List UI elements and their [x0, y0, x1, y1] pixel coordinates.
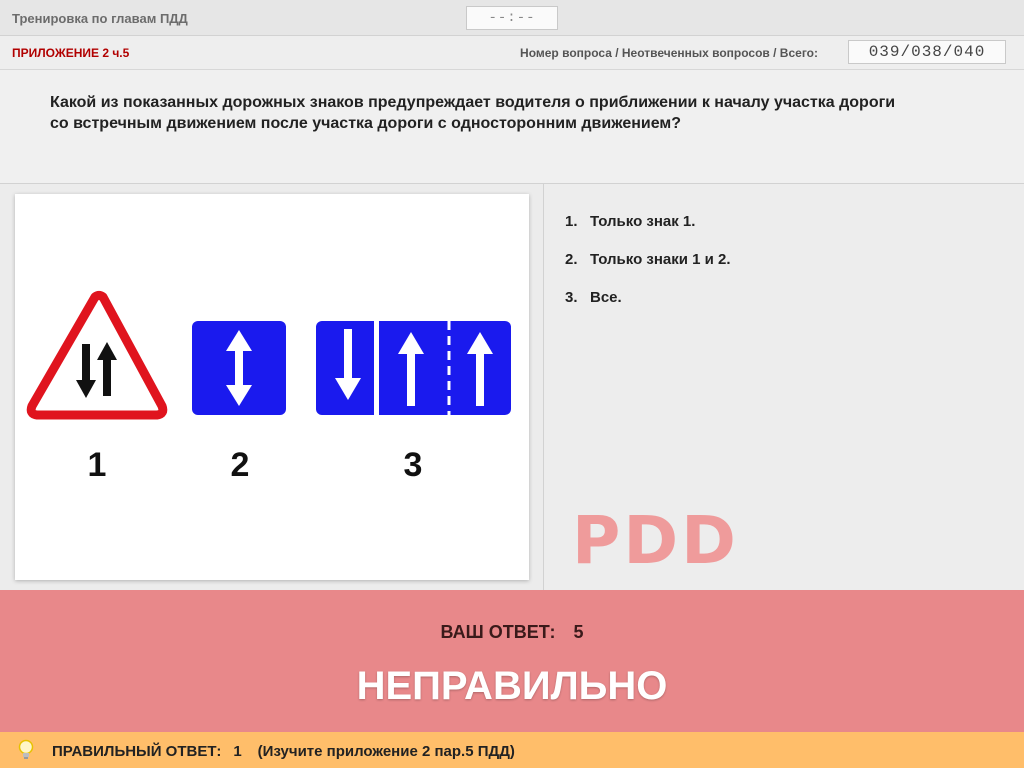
sign-number-2: 2 [231, 446, 250, 484]
question-counter-label: Номер вопроса / Неотвеченных вопросов / … [520, 46, 818, 60]
correct-answer-hint: ПРАВИЛЬНЫЙ ОТВЕТ: 1 (Изучите приложение 2 … [52, 743, 515, 760]
your-answer: ВАШ ОТВЕТ: 5 [0, 622, 1024, 643]
hint-bar: ПРАВИЛЬНЫЙ ОТВЕТ: 1 (Изучите приложение 2 … [0, 732, 1024, 768]
answer-number: 2. [565, 251, 578, 268]
lightbulb-icon [17, 739, 35, 766]
top-bar: Тренировка по главам ПДД --:-- [0, 0, 1024, 36]
two-way-traffic-warning-sign [26, 291, 168, 420]
study-reference: (Изучите приложение 2 пар.5 ПДД) [257, 743, 515, 760]
answer-option-3[interactable]: 3. Все. [565, 289, 731, 327]
question-text: Какой из показанных дорожных знаков пред… [50, 94, 896, 132]
app-title: Тренировка по главам ПДД [12, 11, 188, 26]
image-panel: 1 2 3 [0, 184, 544, 590]
section-label: ПРИЛОЖЕНИЕ 2 ч.5 [12, 46, 130, 60]
correct-answer-label: ПРАВИЛЬНЫЙ ОТВЕТ: [52, 743, 222, 760]
answer-text: Только знаки 1 и 2. [590, 251, 731, 268]
your-answer-value: 5 [573, 622, 584, 642]
answer-option-2[interactable]: 2. Только знаки 1 и 2. [565, 251, 731, 289]
question-panel: Какой из показанных дорожных знаков пред… [0, 70, 1024, 184]
answer-text: Только знак 1. [590, 213, 696, 230]
sign-number-1: 1 [88, 446, 107, 484]
answer-number: 1. [565, 213, 578, 230]
your-answer-label: ВАШ ОТВЕТ: [440, 622, 556, 642]
two-way-road-sign [190, 319, 288, 417]
lanes-direction-sign [314, 319, 513, 417]
answer-option-1[interactable]: 1. Только знак 1. [565, 213, 731, 251]
question-image: 1 2 3 [15, 194, 529, 580]
sign-number-3: 3 [404, 446, 423, 484]
answer-list: 1. Только знак 1. 2. Только знаки 1 и 2.… [565, 213, 731, 327]
info-bar: ПРИЛОЖЕНИЕ 2 ч.5 Номер вопроса / Неотвеч… [0, 36, 1024, 70]
result-panel: ВАШ ОТВЕТ: 5 НЕПРАВИЛЬНО [0, 590, 1024, 732]
timer-display: --:-- [466, 6, 558, 30]
answer-text: Все. [590, 289, 622, 306]
answer-number: 3. [565, 289, 578, 306]
question-counter: 039/038/040 [848, 40, 1006, 64]
correct-answer-value: 1 [233, 743, 242, 760]
answers-panel: 1. Только знак 1. 2. Только знаки 1 и 2.… [544, 184, 1024, 656]
verdict-text: НЕПРАВИЛЬНО [356, 664, 668, 708]
